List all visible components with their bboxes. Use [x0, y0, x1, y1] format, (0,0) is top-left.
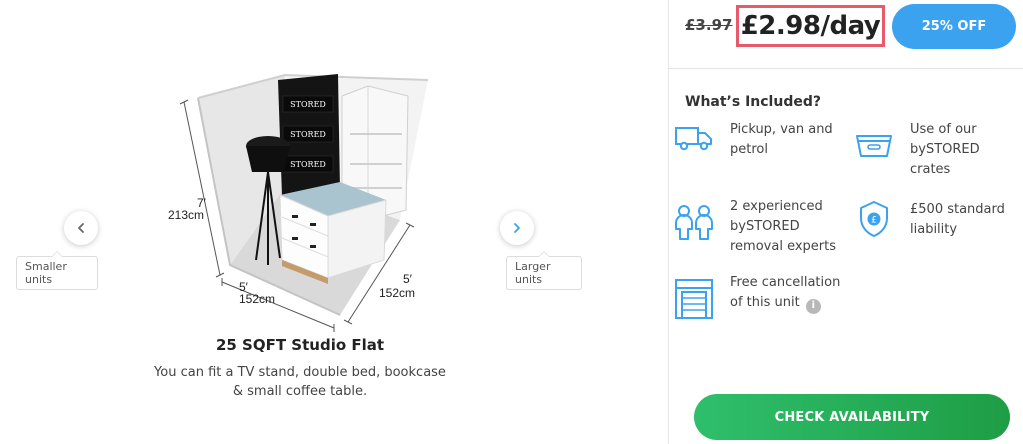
check-availability-button[interactable]: CHECK AVAILABILITY	[694, 394, 1010, 440]
dimension-height-cm: 213cm	[168, 208, 205, 222]
van-icon	[674, 124, 714, 152]
chevron-right-icon	[514, 223, 520, 233]
box-brand-1: STORED	[290, 100, 326, 109]
chest-of-drawers	[279, 182, 387, 284]
whats-included-title: What’s Included?	[685, 94, 821, 110]
svg-text:£: £	[871, 216, 877, 226]
chevron-left-icon	[78, 223, 84, 233]
dimension-depth-cm: 152cm	[379, 286, 416, 300]
box-brand-3: STORED	[290, 160, 326, 169]
unit-title: 25 SQFT Studio Flat	[215, 336, 385, 354]
current-price: £2.98/day	[740, 11, 881, 41]
dimension-depth-ft: 5′	[403, 272, 412, 286]
feature-movers-text: 2 experienced bySTORED removal experts	[730, 199, 837, 254]
info-icon[interactable]: i	[805, 298, 821, 314]
feature-cancellation-label: Free cancellation of this unit	[730, 275, 841, 310]
smaller-units-tooltip: Smaller units	[16, 251, 98, 290]
feature-liability-text: £500 standard liability	[910, 202, 1005, 237]
price-highlight: £2.98/day	[736, 5, 885, 47]
previous-unit-button[interactable]	[64, 211, 98, 245]
storage-boxes: STORED STORED STORED	[278, 74, 340, 196]
unit-description: You can fit a TV stand, double bed, book…	[154, 365, 446, 399]
movers-icon	[672, 203, 716, 243]
crate-icon	[854, 132, 894, 160]
shield-icon: £	[858, 200, 890, 238]
dimension-width-cm: 152cm	[239, 292, 276, 306]
larger-units-tooltip: Larger units	[506, 251, 582, 290]
feature-cancellation-text: Free cancellation of this unit i	[730, 273, 842, 314]
feature-crates-text: Use of our bySTORED crates	[910, 122, 980, 177]
price-divider	[668, 68, 1023, 69]
feature-van-text: Pickup, van and petrol	[730, 122, 833, 157]
box-brand-2: STORED	[290, 130, 326, 139]
storage-unit-icon	[674, 278, 714, 320]
old-price: £3.97	[685, 16, 733, 34]
unit-illustration: STORED STORED STORED	[170, 60, 460, 335]
next-unit-button[interactable]	[500, 211, 534, 245]
discount-button[interactable]: 25% OFF	[892, 4, 1016, 49]
panel-divider	[668, 0, 669, 444]
